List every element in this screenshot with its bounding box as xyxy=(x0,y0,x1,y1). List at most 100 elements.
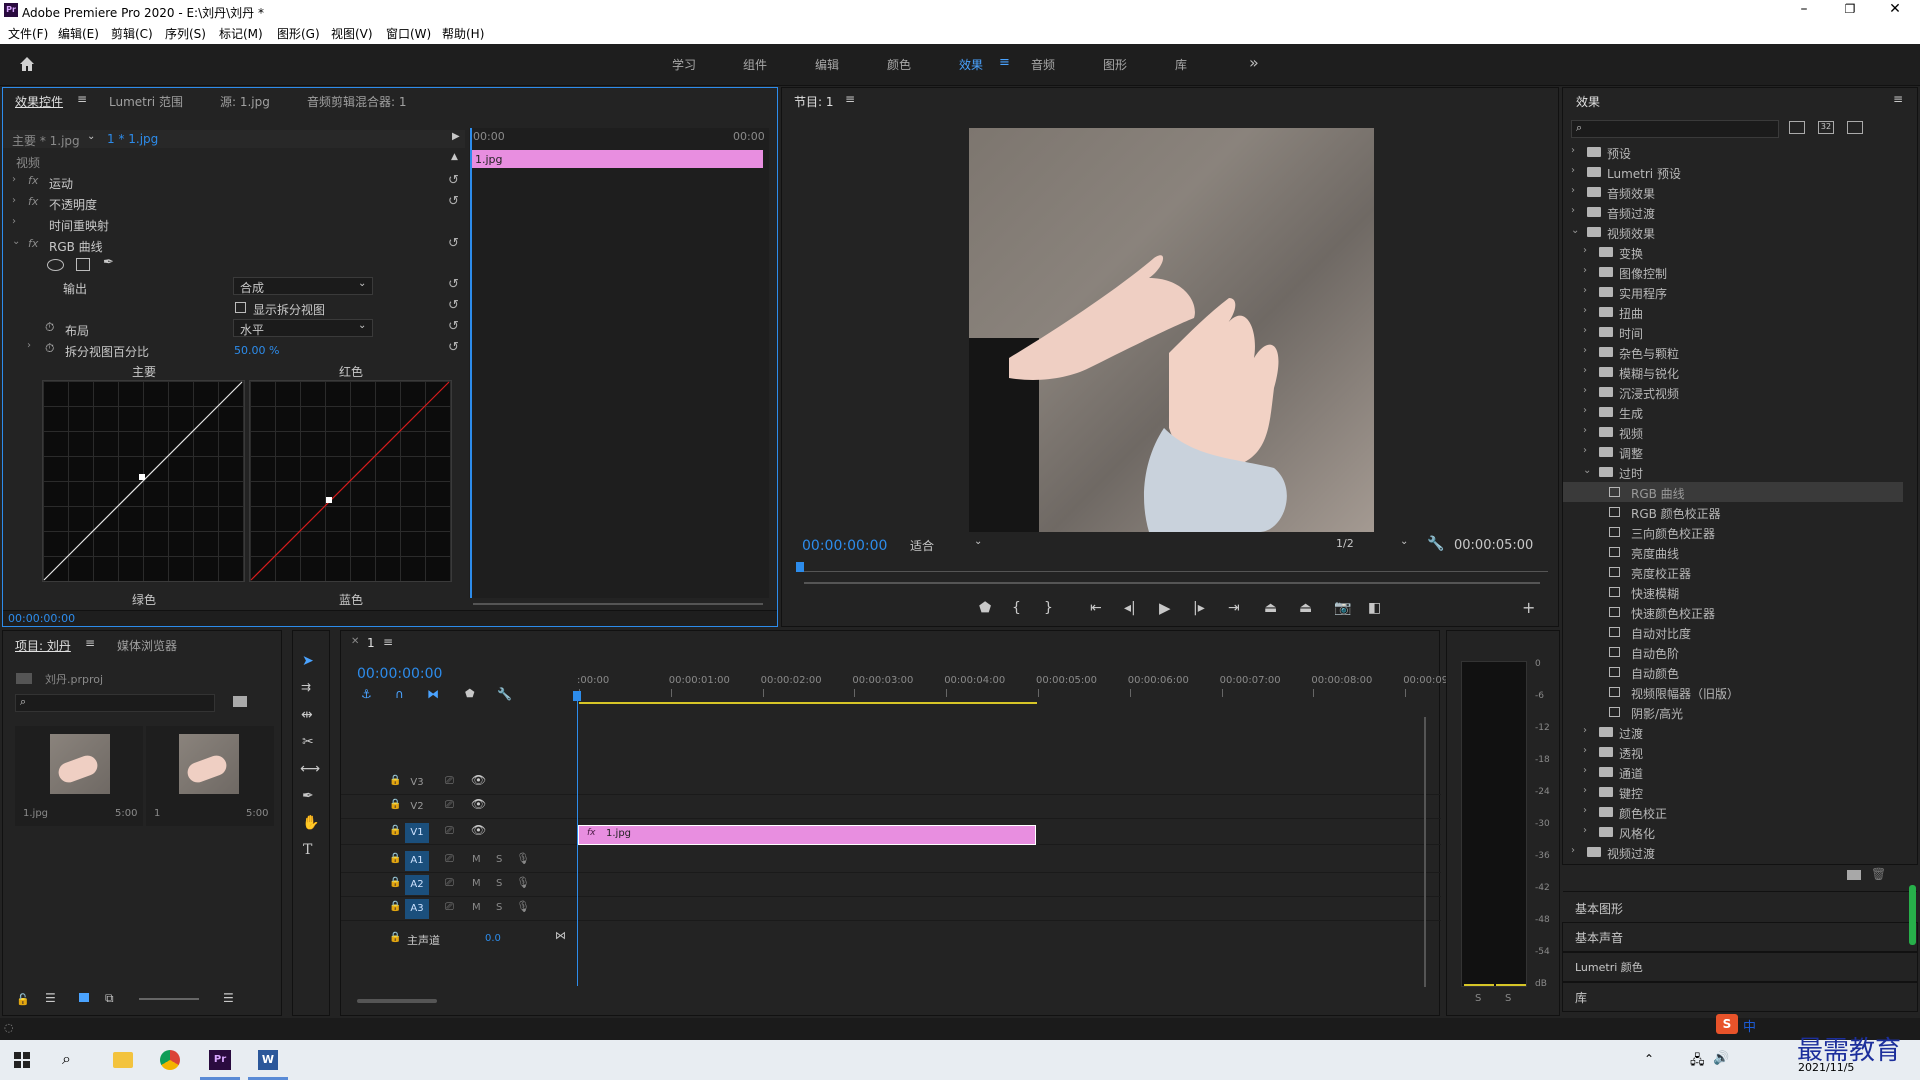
eye-icon[interactable]: 👁 xyxy=(471,823,486,837)
program-playhead[interactable] xyxy=(796,562,804,572)
reset-icon[interactable]: ↺ xyxy=(448,194,459,209)
ime-mode[interactable]: 中 xyxy=(1743,1016,1756,1035)
timeline-h-scrollbar[interactable] xyxy=(357,999,437,1003)
lock-icon[interactable]: 🔒 xyxy=(389,853,401,864)
go-to-end-icon[interactable]: ⋈ xyxy=(555,929,566,942)
chevron-right-icon[interactable]: › xyxy=(1583,285,1595,296)
step-forward-icon[interactable]: |▸ xyxy=(1193,600,1205,616)
essential-graphics-panel-tab[interactable]: 基本图形 xyxy=(1563,891,1917,921)
chevron-right-icon[interactable]: › xyxy=(27,340,31,351)
hand-tool-icon[interactable]: ✋ xyxy=(302,815,319,831)
chevron-right-icon[interactable]: › xyxy=(1583,725,1595,736)
effect-row-time-remap[interactable]: › 时间重映射 xyxy=(3,214,465,234)
sync-lock-icon[interactable]: ⎚ xyxy=(445,798,454,812)
ime-sogou-icon[interactable]: S xyxy=(1716,1014,1738,1034)
workspace-tab-editing[interactable]: 编辑 xyxy=(815,56,839,73)
volume-icon[interactable]: 🔊 xyxy=(1713,1051,1729,1066)
trash-icon[interactable]: 🗑 xyxy=(1871,867,1886,881)
menu-sequence[interactable]: 序列(S) xyxy=(165,25,206,42)
effect-item[interactable]: 自动颜色 xyxy=(1563,662,1903,682)
ec-timeline[interactable]: 00:00 00:00 1.jpg xyxy=(469,128,769,598)
effect-item[interactable]: 阴影/高光 xyxy=(1563,702,1903,722)
chevron-right-icon[interactable]: › xyxy=(1583,445,1595,456)
lock-icon[interactable]: 🔒 xyxy=(389,877,401,888)
timeline-v-zoom[interactable] xyxy=(1424,717,1426,987)
lift-icon[interactable]: ⏏ xyxy=(1264,600,1277,616)
panel-menu-icon[interactable]: ≡ xyxy=(1893,92,1903,106)
more-workspaces-icon[interactable]: » xyxy=(1249,53,1259,72)
solo-button[interactable]: S xyxy=(496,878,502,889)
effect-item[interactable]: 自动色阶 xyxy=(1563,642,1903,662)
razor-tool-icon[interactable]: ✂ xyxy=(302,734,314,750)
effect-item[interactable]: RGB 曲线 xyxy=(1563,482,1903,502)
stopwatch-icon[interactable]: ⏱ xyxy=(45,341,54,356)
master-track-value[interactable]: 0.0 xyxy=(485,933,501,944)
reset-icon[interactable]: ↺ xyxy=(448,277,459,292)
layout-dropdown[interactable]: 水平 ⌄ xyxy=(233,319,373,337)
add-marker-icon[interactable]: ⬟ xyxy=(465,687,475,700)
track-label[interactable]: V2 xyxy=(405,797,429,817)
chevron-right-icon[interactable]: › xyxy=(1583,825,1595,836)
effect-folder[interactable]: › 音频过渡 xyxy=(1563,202,1903,222)
sync-lock-icon[interactable]: ⎚ xyxy=(445,876,454,890)
ec-timecode[interactable]: 00:00:00:00 xyxy=(8,612,75,625)
solo-left-button[interactable]: S xyxy=(1475,993,1481,1004)
program-timecode[interactable]: 00:00:00:00 xyxy=(802,538,887,554)
close-tab-icon[interactable]: ✕ xyxy=(351,636,359,647)
effect-item[interactable]: 亮度曲线 xyxy=(1563,542,1903,562)
fx-icon[interactable]: fx xyxy=(28,174,38,187)
solo-button[interactable]: S xyxy=(496,902,502,913)
effect-row-opacity[interactable]: › fx 不透明度 ↺ xyxy=(3,193,465,213)
chrome-icon[interactable] xyxy=(160,1050,180,1070)
video-frame[interactable] xyxy=(969,128,1374,532)
menu-graphics[interactable]: 图形(G) xyxy=(277,25,320,42)
red-curve-graph[interactable] xyxy=(249,380,452,582)
home-icon[interactable] xyxy=(17,54,37,74)
32bit-effects-icon[interactable]: 32 xyxy=(1818,121,1834,134)
lock-icon[interactable]: 🔒 xyxy=(389,932,401,943)
microphone-icon[interactable]: 🎙 xyxy=(516,876,530,889)
menu-view[interactable]: 视图(V) xyxy=(331,25,373,42)
reset-icon[interactable]: ↺ xyxy=(448,340,459,355)
accelerated-effects-icon[interactable] xyxy=(1789,121,1805,134)
chevron-right-icon[interactable]: › xyxy=(1583,345,1595,356)
track-label[interactable]: V1 xyxy=(405,823,429,843)
linked-selection-icon[interactable]: ⧓ xyxy=(427,687,439,701)
libraries-panel-tab[interactable]: 库 xyxy=(1562,982,1918,1012)
chevron-right-icon[interactable]: › xyxy=(1571,165,1583,176)
menu-marker[interactable]: 标记(M) xyxy=(219,25,263,42)
chevron-right-icon[interactable]: › xyxy=(12,195,16,206)
track-label[interactable]: A1 xyxy=(405,851,429,871)
effect-item[interactable]: 亮度校正器 xyxy=(1563,562,1903,582)
output-dropdown[interactable]: 合成 ⌄ xyxy=(233,277,373,295)
effect-folder[interactable]: › 杂色与颗粒 xyxy=(1563,342,1903,362)
tab-media-browser[interactable]: 媒体浏览器 xyxy=(117,637,177,654)
add-marker-icon[interactable]: ⬟ xyxy=(979,600,991,616)
ripple-edit-tool-icon[interactable]: ⇹ xyxy=(301,707,313,723)
chevron-right-icon[interactable]: › xyxy=(1583,325,1595,336)
master-curve-graph[interactable] xyxy=(42,380,245,582)
workspace-tab-audio[interactable]: 音频 xyxy=(1031,56,1055,73)
tab-project[interactable]: 项目: 刘丹 xyxy=(15,637,71,654)
effect-row-rgb-curves[interactable]: ⌄ fx RGB 曲线 ↺ xyxy=(3,235,465,255)
project-clip-thumb[interactable]: 1.jpg 5:00 xyxy=(15,726,143,826)
chevron-down-icon[interactable]: ⌄ xyxy=(87,131,95,142)
lock-icon[interactable]: 🔒 xyxy=(389,901,401,912)
fx-icon[interactable]: fx xyxy=(28,237,38,250)
effect-item[interactable]: 快速颜色校正器 xyxy=(1563,602,1903,622)
go-to-out-icon[interactable]: ⇥ xyxy=(1228,600,1240,616)
scroll-up-icon[interactable]: ▲ xyxy=(451,152,458,162)
tab-effect-controls[interactable]: 效果控件 xyxy=(15,93,63,110)
video-track-row[interactable]: 🔒 V2 ⎚ 👁 xyxy=(341,795,1441,819)
play-clip-icon[interactable]: ▶ xyxy=(452,131,460,142)
track-label[interactable]: V3 xyxy=(405,773,429,793)
extract-icon[interactable]: ⏏ xyxy=(1299,600,1312,616)
type-tool-icon[interactable]: T xyxy=(303,842,312,858)
eye-icon[interactable]: 👁 xyxy=(471,773,486,787)
program-ruler[interactable] xyxy=(800,564,1548,572)
list-view-icon[interactable]: ☰ xyxy=(45,991,56,1005)
lock-icon[interactable]: 🔒 xyxy=(389,825,401,836)
effect-folder[interactable]: › 音频效果 xyxy=(1563,182,1903,202)
chevron-right-icon[interactable]: › xyxy=(1571,845,1583,856)
new-search-bin-icon[interactable] xyxy=(233,696,247,707)
